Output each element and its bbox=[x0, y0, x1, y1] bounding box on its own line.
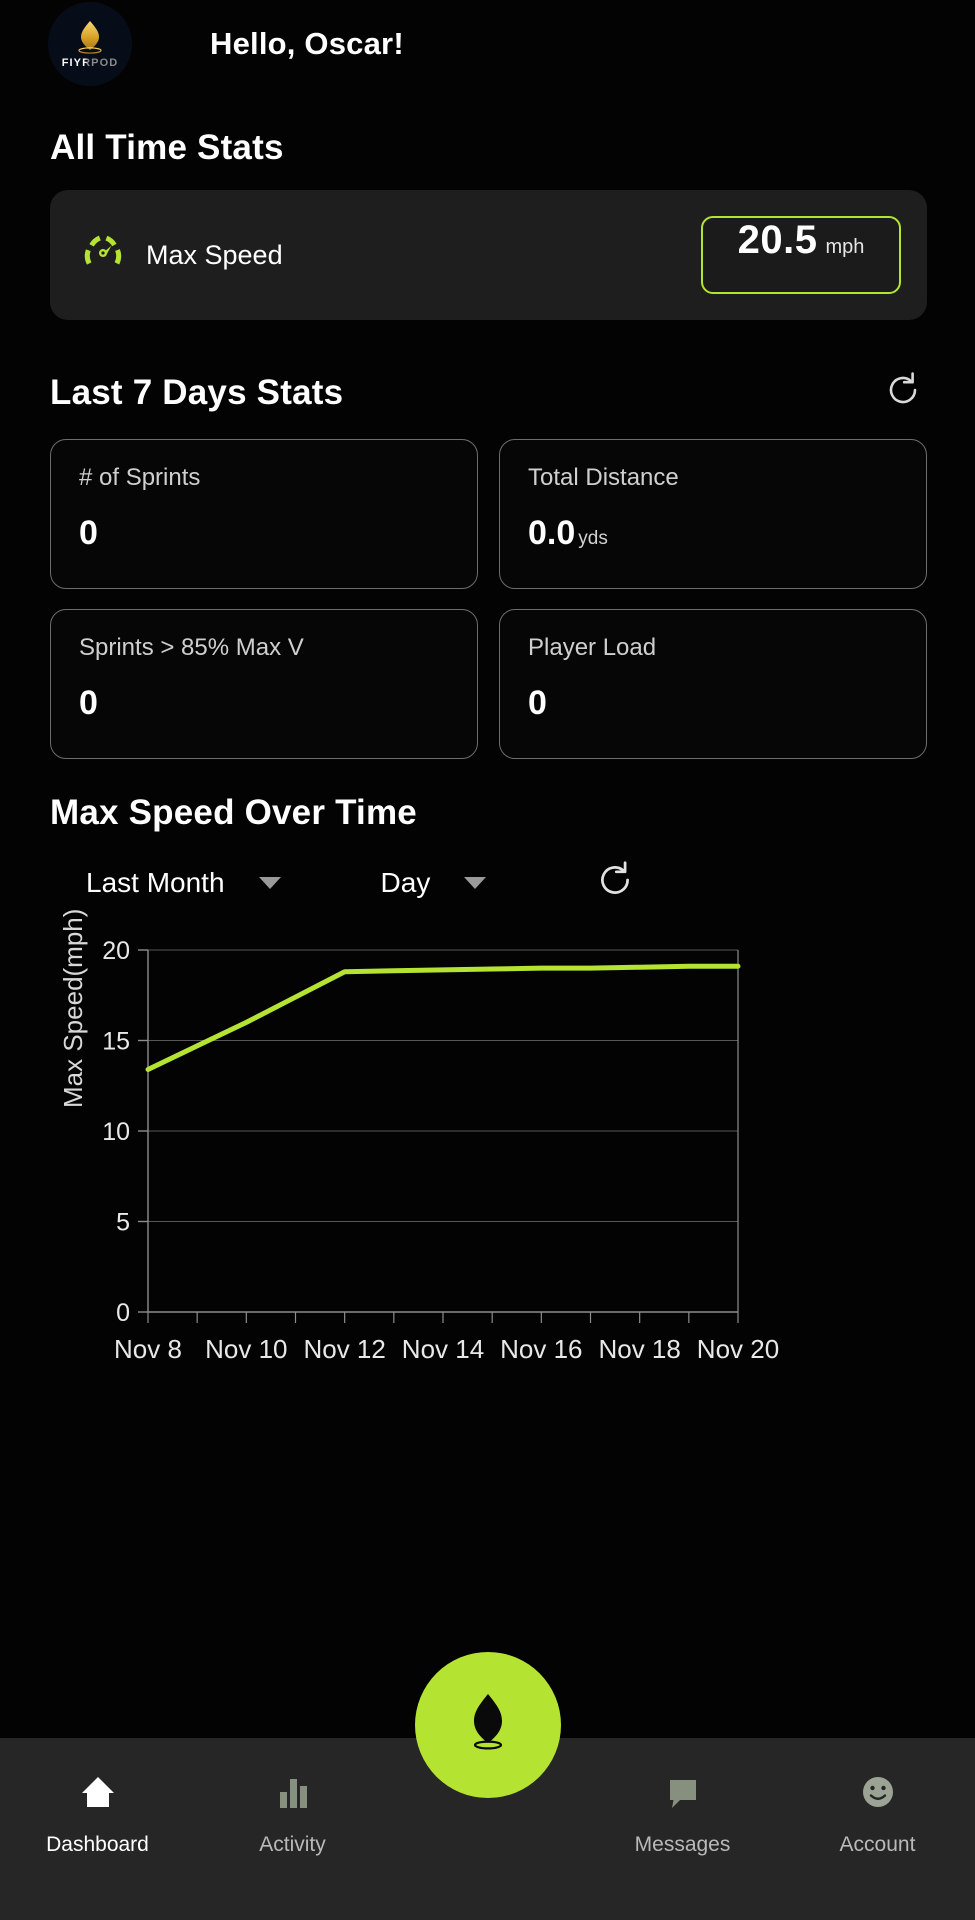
bar-chart-icon bbox=[271, 1770, 315, 1819]
all-time-header: All Time Stats bbox=[0, 128, 975, 168]
all-time-max-speed-card[interactable]: Max Speed 20.5 mph bbox=[50, 190, 927, 320]
stat-value-row: 0 bbox=[528, 684, 900, 723]
chart-svg: 0 5 10 15 20 Nov 8 Nov 10 Nov 12 Nov 14 Nov 16 Nov… bbox=[102, 937, 779, 1364]
max-speed-chart: Max Speed(mph) 0 5 10 15 20 Nov 8 Nov 10 Nov 12… bbox=[0, 909, 975, 1364]
max-speed-value-badge: 20.5 mph bbox=[701, 216, 901, 294]
time-range-dropdown[interactable]: Last Month bbox=[86, 867, 281, 899]
home-icon bbox=[76, 1770, 120, 1819]
granularity-dropdown[interactable]: Day bbox=[381, 867, 487, 899]
flame-icon bbox=[457, 1691, 519, 1760]
chart-section-title: Max Speed Over Time bbox=[50, 793, 417, 832]
chart-controls: Last Month Day bbox=[86, 859, 975, 906]
stat-value-row: 0 bbox=[79, 514, 451, 553]
nav-item-account[interactable]: Account bbox=[780, 1738, 975, 1857]
stat-value: 0 bbox=[79, 514, 98, 552]
svg-text:20: 20 bbox=[102, 940, 130, 965]
last7-title: Last 7 Days Stats bbox=[50, 372, 344, 412]
stat-value: 0 bbox=[528, 684, 547, 722]
last7-stats-grid: # of Sprints 0 Total Distance 0.0 yds Sp… bbox=[50, 439, 927, 759]
svg-text:5: 5 bbox=[116, 1209, 130, 1237]
stat-card[interactable]: Sprints > 85% Max V 0 bbox=[50, 609, 478, 759]
stat-suffix: yds bbox=[578, 528, 608, 549]
svg-text:Nov 16: Nov 16 bbox=[500, 1334, 582, 1360]
svg-text:Nov 20: Nov 20 bbox=[697, 1334, 779, 1360]
stat-card[interactable]: Player Load 0 bbox=[499, 609, 927, 759]
stat-value-row: 0.0 yds bbox=[528, 514, 900, 553]
max-speed-unit: mph bbox=[825, 236, 865, 258]
chart-refresh-icon[interactable] bbox=[594, 859, 636, 906]
stat-label: Total Distance bbox=[528, 464, 679, 491]
svg-text:10: 10 bbox=[102, 1118, 130, 1146]
nav-item-messages[interactable]: Messages bbox=[585, 1738, 780, 1857]
app-screen: FIYRPOD Hello, Oscar! All Time Stats Max… bbox=[0, 0, 975, 1920]
smiley-face-icon bbox=[856, 1770, 900, 1819]
stat-label: # of Sprints bbox=[79, 464, 201, 491]
nav-label-account: Account bbox=[839, 1833, 916, 1856]
flame-icon bbox=[71, 19, 109, 55]
nav-label-dashboard: Dashboard bbox=[46, 1833, 149, 1856]
speedometer-icon bbox=[82, 232, 124, 279]
all-time-metric-label: Max Speed bbox=[146, 239, 283, 270]
svg-text:Nov 10: Nov 10 bbox=[205, 1334, 287, 1360]
chevron-down-icon bbox=[258, 876, 281, 889]
chart-y-axis-label: Max Speed(mph) bbox=[58, 908, 88, 1108]
nav-item-activity[interactable]: Activity bbox=[195, 1738, 390, 1857]
nav-label-activity: Activity bbox=[259, 1833, 326, 1856]
nav-item-dashboard[interactable]: Dashboard bbox=[0, 1738, 195, 1857]
chevron-down-icon bbox=[464, 876, 487, 889]
logo-wordmark: FIYRPOD bbox=[61, 57, 119, 69]
stat-card[interactable]: Total Distance 0.0 yds bbox=[499, 439, 927, 589]
svg-text:Nov 12: Nov 12 bbox=[303, 1334, 385, 1360]
time-range-value: Last Month bbox=[86, 866, 225, 898]
stat-value: 0.0 bbox=[528, 514, 576, 552]
refresh-icon[interactable] bbox=[883, 370, 923, 415]
max-speed-value: 20.5 bbox=[737, 218, 818, 262]
stat-value-row: 0 bbox=[79, 684, 451, 723]
last7-header: Last 7 Days Stats bbox=[0, 370, 975, 415]
all-time-title: All Time Stats bbox=[50, 128, 284, 167]
nav-label-messages: Messages bbox=[634, 1833, 731, 1856]
app-header: FIYRPOD Hello, Oscar! bbox=[0, 0, 975, 88]
all-time-metric: Max Speed bbox=[82, 232, 701, 279]
svg-text:0: 0 bbox=[116, 1299, 130, 1327]
stat-value: 0 bbox=[79, 684, 98, 722]
greeting-text: Hello, Oscar! bbox=[210, 26, 404, 61]
svg-text:Nov 18: Nov 18 bbox=[598, 1334, 680, 1360]
stat-label: Sprints > 85% Max V bbox=[79, 634, 304, 661]
fab-record-button[interactable] bbox=[414, 1652, 561, 1798]
fiyrpod-logo: FIYRPOD bbox=[48, 2, 132, 86]
message-bubble-icon bbox=[661, 1770, 705, 1819]
stat-card[interactable]: # of Sprints 0 bbox=[50, 439, 478, 589]
svg-text:15: 15 bbox=[102, 1028, 130, 1056]
granularity-value: Day bbox=[380, 866, 431, 898]
svg-text:Nov 8: Nov 8 bbox=[114, 1334, 182, 1360]
svg-text:Nov 14: Nov 14 bbox=[402, 1334, 484, 1360]
stat-label: Player Load bbox=[528, 634, 657, 661]
